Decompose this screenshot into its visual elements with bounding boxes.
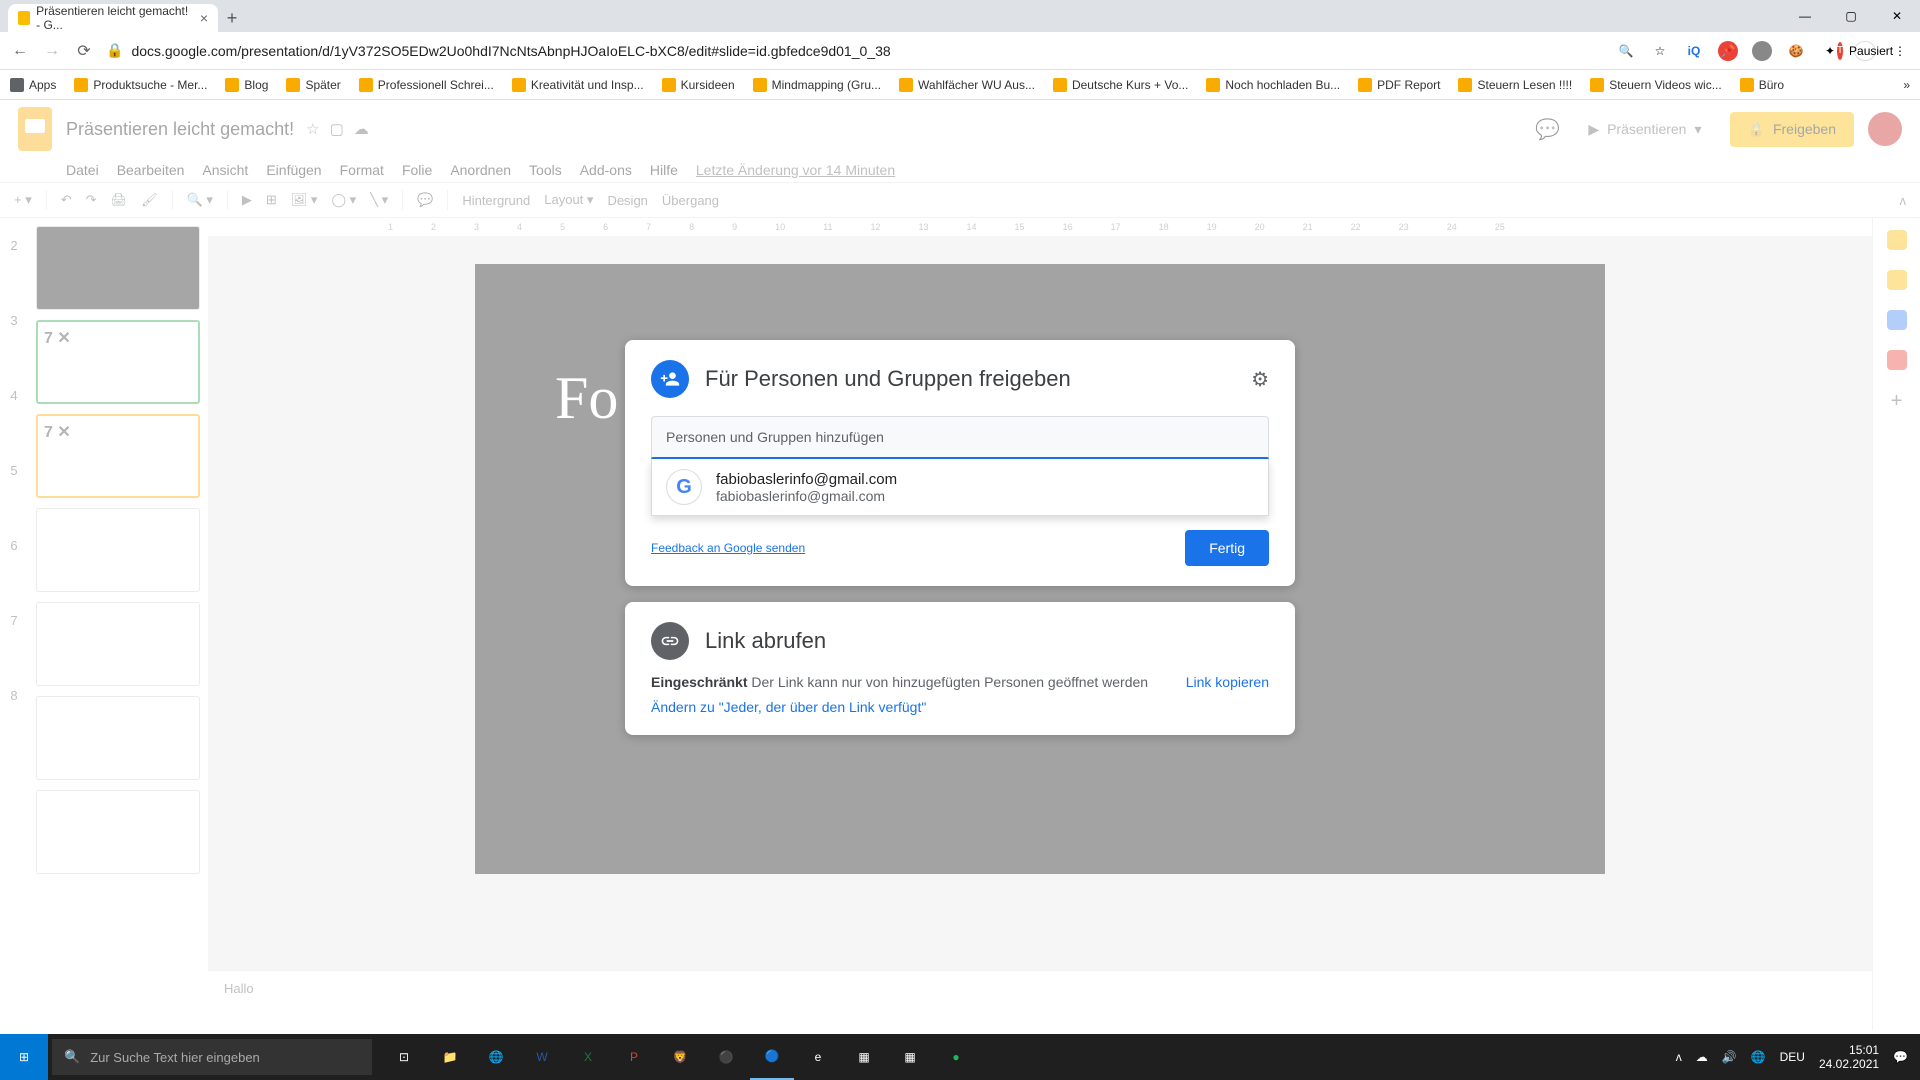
browser-menu-icon[interactable]: ⋮ [1890,41,1910,61]
bookmark-item[interactable]: Deutsche Kurs + Vo... [1053,78,1188,92]
spotify-icon[interactable]: ● [934,1034,978,1080]
system-tray: ʌ ☁ 🔊 🌐 DEU 15:01 24.02.2021 💬 [1676,1043,1920,1072]
app2-icon[interactable]: ▦ [888,1034,932,1080]
obs-icon[interactable]: ⚫ [704,1034,748,1080]
language-indicator[interactable]: DEU [1780,1050,1805,1064]
window-maximize-button[interactable]: ▢ [1828,0,1874,32]
modal-overlay: Für Personen und Gruppen freigeben ⚙ Per… [0,100,1920,1034]
window-minimize-button[interactable]: — [1782,0,1828,32]
notifications-icon[interactable]: 💬 [1893,1050,1908,1064]
share-dialog-title: Für Personen und Gruppen freigeben [705,366,1235,392]
taskbar-clock[interactable]: 15:01 24.02.2021 [1819,1043,1879,1072]
tab-title: Präsentieren leicht gemacht! - G... [36,4,194,32]
start-button[interactable]: ⊞ [0,1034,48,1080]
share-dialog: Für Personen und Gruppen freigeben ⚙ Per… [625,340,1295,735]
bookmark-item[interactable]: Wahlfächer WU Aus... [899,78,1035,92]
forward-icon[interactable]: → [42,42,62,60]
bookmark-item[interactable]: Produktsuche - Mer... [74,78,207,92]
brave-icon[interactable]: 🦁 [658,1034,702,1080]
window-close-button[interactable]: ✕ [1874,0,1920,32]
person-add-icon [651,360,689,398]
wifi-icon[interactable]: 🌐 [1751,1050,1766,1064]
onedrive-icon[interactable]: ☁ [1696,1050,1708,1064]
chrome-icon[interactable]: 🔵 [750,1034,794,1080]
explorer-icon[interactable]: 📁 [428,1034,472,1080]
back-icon[interactable]: ← [10,42,30,60]
bookmark-item[interactable]: Steuern Lesen !!!! [1458,78,1572,92]
share-people-card: Für Personen und Gruppen freigeben ⚙ Per… [625,340,1295,586]
search-icon: 🔍 [64,1049,80,1065]
people-input[interactable]: Personen und Gruppen hinzufügen [651,416,1269,459]
link-icon [651,622,689,660]
star-icon[interactable]: ☆ [1650,41,1670,61]
reload-icon[interactable]: ⟳ [74,41,94,61]
profile-chip[interactable]: T Pausiert [1854,41,1876,61]
link-card-title: Link abrufen [705,628,1269,654]
profile-avatar-icon: T [1837,42,1843,60]
tray-chevron-icon[interactable]: ʌ [1676,1050,1682,1064]
new-tab-button[interactable]: + [218,4,246,32]
tab-favicon-icon [18,11,30,25]
suggestion-email: fabiobaslerinfo@gmail.com [716,488,897,504]
edge2-icon[interactable]: e [796,1034,840,1080]
contact-suggestion[interactable]: G fabiobaslerinfo@gmail.com fabiobasleri… [651,459,1269,516]
window-controls: — ▢ ✕ [1782,0,1920,32]
url-text: docs.google.com/presentation/d/1yV372SO5… [131,43,890,59]
bookmark-item[interactable]: PDF Report [1358,78,1440,92]
ext-grey-icon[interactable] [1752,41,1772,61]
ext-cookie-icon[interactable]: 🍪 [1786,41,1806,61]
ext-pin-icon[interactable]: 📌 [1718,41,1738,61]
extension-icons: 🔍 ☆ iQ 📌 🍪 ✦ T Pausiert ⋮ [1616,41,1910,61]
bookmarks-bar: Apps Produktsuche - Mer... Blog Später P… [0,70,1920,100]
app-icon[interactable]: ▦ [842,1034,886,1080]
browser-tab[interactable]: Präsentieren leicht gemacht! - G... × [8,4,218,32]
profile-status: Pausiert [1849,44,1893,58]
taskbar-search[interactable]: 🔍 Zur Suche Text hier eingeben [52,1039,372,1075]
taskview-icon[interactable]: ⊡ [382,1034,426,1080]
ext-io-icon[interactable]: iQ [1684,41,1704,61]
browser-titlebar: Präsentieren leicht gemacht! - G... × + … [0,0,1920,32]
get-link-card: Link abrufen Eingeschränkt Der Link kann… [625,602,1295,735]
google-avatar-icon: G [666,469,702,505]
word-icon[interactable]: W [520,1034,564,1080]
bookmark-item[interactable]: Noch hochladen Bu... [1206,78,1340,92]
excel-icon[interactable]: X [566,1034,610,1080]
url-field[interactable]: 🔒 docs.google.com/presentation/d/1yV372S… [106,42,1604,59]
bookmark-item[interactable]: Professionell Schrei... [359,78,494,92]
bookmark-item[interactable]: Kursideen [662,78,735,92]
edge-icon[interactable]: 🌐 [474,1034,518,1080]
bookmark-apps[interactable]: Apps [10,78,56,92]
change-link-access[interactable]: Ändern zu "Jeder, der über den Link verf… [651,699,1269,715]
input-placeholder: Personen und Gruppen hinzufügen [666,429,884,445]
search-placeholder: Zur Suche Text hier eingeben [90,1050,260,1065]
link-restriction-text: Eingeschränkt Der Link kann nur von hinz… [651,672,1148,693]
bookmark-overflow-icon[interactable]: » [1903,78,1910,92]
volume-icon[interactable]: 🔊 [1722,1050,1737,1064]
bookmark-item[interactable]: Kreativität und Insp... [512,78,644,92]
address-bar: ← → ⟳ 🔒 docs.google.com/presentation/d/1… [0,32,1920,70]
lock-icon: 🔒 [106,42,123,59]
suggestion-name: fabiobaslerinfo@gmail.com [716,471,897,488]
taskbar-apps: ⊡ 📁 🌐 W X P 🦁 ⚫ 🔵 e ▦ ▦ ● [382,1034,978,1080]
tab-close-icon[interactable]: × [200,10,208,26]
gear-icon[interactable]: ⚙ [1251,367,1269,392]
windows-taskbar: ⊞ 🔍 Zur Suche Text hier eingeben ⊡ 📁 🌐 W… [0,1034,1920,1080]
feedback-link[interactable]: Feedback an Google senden [651,541,805,555]
done-button[interactable]: Fertig [1185,530,1269,566]
copy-link-button[interactable]: Link kopieren [1186,672,1269,693]
bookmark-item[interactable]: Mindmapping (Gru... [753,78,881,92]
bookmark-item[interactable]: Steuern Videos wic... [1590,78,1722,92]
bookmark-item[interactable]: Blog [225,78,268,92]
zoom-icon[interactable]: 🔍 [1616,41,1636,61]
bookmark-item[interactable]: Büro [1740,78,1784,92]
bookmark-item[interactable]: Später [286,78,340,92]
powerpoint-icon[interactable]: P [612,1034,656,1080]
